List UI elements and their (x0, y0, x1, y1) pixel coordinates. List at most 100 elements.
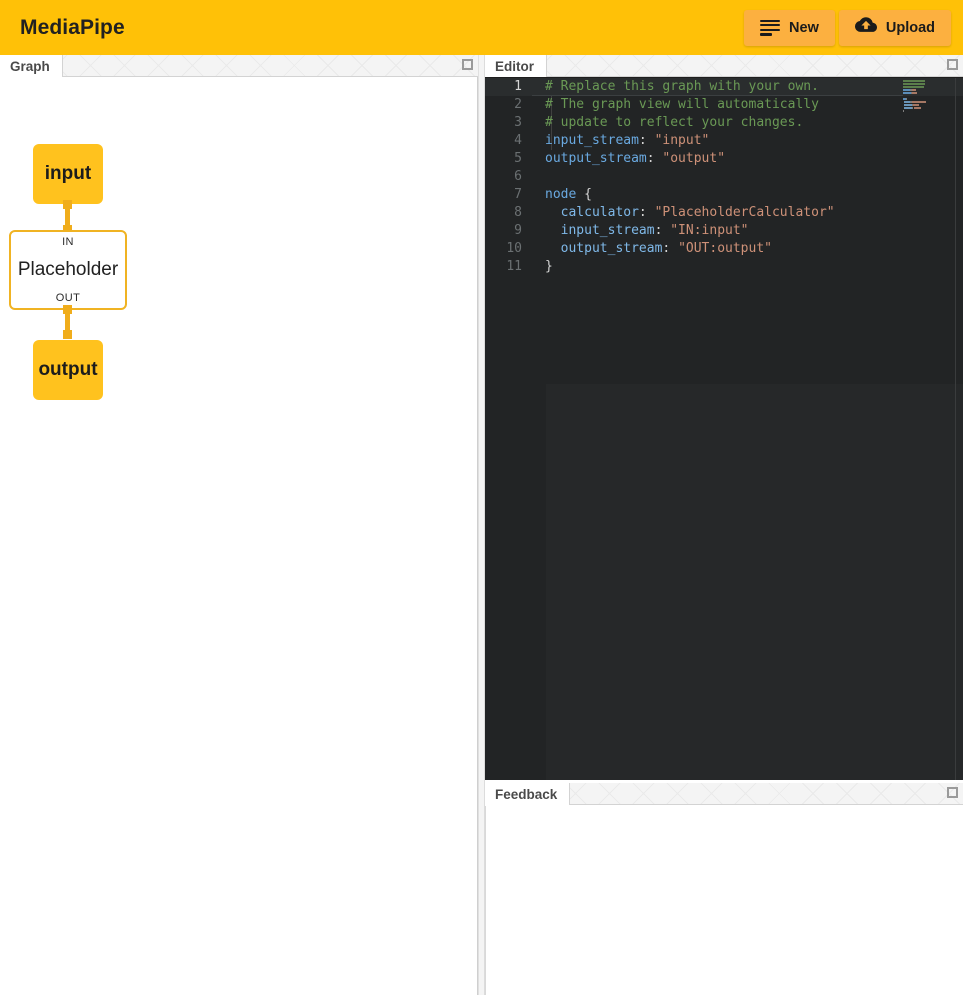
code-line[interactable]: 6 (485, 168, 963, 186)
vertical-splitter[interactable] (478, 55, 485, 995)
app-header: MediaPipe New Upload (0, 0, 963, 55)
tab-graph-label: Graph (10, 59, 50, 74)
editor-viewport-shade (546, 384, 963, 780)
page-title: MediaPipe (20, 16, 125, 40)
token-comment: # The graph view will automatically (545, 97, 819, 112)
minimap-line (903, 110, 904, 112)
minimap-line (903, 86, 924, 88)
maximize-icon-feedback[interactable] (947, 787, 958, 798)
code-line-text: # update to reflect your changes. (527, 114, 803, 132)
code-line[interactable]: 8 calculator: "PlaceholderCalculator" (485, 204, 963, 222)
token-key: input_stream (545, 133, 639, 148)
editor-tabbar: Editor (485, 55, 963, 77)
header-actions: New Upload (744, 10, 951, 46)
code-line-text: # Replace this graph with your own. (527, 78, 819, 96)
code-editor[interactable]: 1 # Replace this graph with your own. 2 # T… (485, 78, 963, 780)
new-button-label: New (789, 20, 819, 36)
code-line[interactable]: 4input_stream: "input" (485, 132, 963, 150)
tab-editor[interactable]: Editor (485, 55, 547, 77)
feedback-content (485, 806, 963, 995)
minimap[interactable] (903, 80, 955, 114)
code-line[interactable]: 3 # update to reflect your changes. (485, 114, 963, 132)
line-number: 1 (485, 78, 527, 96)
minimap-line (912, 92, 917, 94)
tab-editor-label: Editor (495, 59, 534, 74)
port-output-in[interactable] (63, 330, 72, 339)
minimap-line (903, 92, 911, 94)
tab-feedback-label: Feedback (495, 787, 557, 802)
code-line[interactable]: 10 output_stream: "OUT:output" (485, 240, 963, 258)
graph-node-output-label: output (38, 359, 97, 381)
token-punct: } (545, 259, 553, 274)
minimap-line (903, 83, 925, 85)
graph-node-placeholder[interactable]: IN Placeholder OUT (9, 230, 127, 310)
token-punct: : (655, 223, 671, 238)
code-line[interactable]: 11} (485, 258, 963, 276)
line-number: 3 (485, 114, 527, 132)
minimap-line (912, 101, 926, 103)
token-comment: # Replace this graph with your own. (545, 79, 819, 94)
code-line[interactable]: 5output_stream: "output" (485, 150, 963, 168)
graph-node-placeholder-label: Placeholder (18, 259, 118, 281)
line-number: 9 (485, 222, 527, 240)
minimap-line (906, 98, 907, 100)
minimap-line (913, 104, 919, 106)
line-number: 8 (485, 204, 527, 222)
feedback-panel: Feedback (485, 783, 963, 995)
graph-node-output[interactable]: output (33, 340, 103, 400)
token-str: "IN:input" (670, 223, 748, 238)
tab-feedback[interactable]: Feedback (485, 783, 570, 805)
token-punct: : (639, 133, 655, 148)
graph-tabbar: Graph (0, 55, 478, 77)
graph-node-input[interactable]: input (33, 144, 103, 204)
token-key: output_stream (545, 151, 647, 166)
code-line-text: input_stream: "IN:input" (527, 222, 749, 240)
token-prop: calculator (545, 205, 639, 220)
upload-button[interactable]: Upload (839, 10, 951, 46)
minimap-line (903, 80, 925, 82)
code-line[interactable]: 7node { (485, 186, 963, 204)
code-line-text: } (527, 258, 553, 276)
maximize-icon-editor[interactable] (947, 59, 958, 70)
token-str: "PlaceholderCalculator" (655, 205, 835, 220)
editor-panel: Editor 1 # Replace this graph with your o… (485, 55, 963, 780)
token-punct: : (647, 151, 663, 166)
minimap-line (903, 89, 910, 91)
code-line[interactable]: 9 input_stream: "IN:input" (485, 222, 963, 240)
cloud-upload-icon (855, 17, 877, 38)
token-punct: : (639, 205, 655, 220)
token-punct: { (576, 187, 592, 202)
graph-panel: Graph input IN Placeholder OUT output (0, 55, 478, 995)
minimap-line (904, 104, 911, 106)
line-number: 5 (485, 150, 527, 168)
tab-graph[interactable]: Graph (0, 55, 63, 77)
code-line[interactable]: 1 # Replace this graph with your own. (485, 78, 963, 96)
token-prop: output_stream (545, 241, 662, 256)
graph-node-placeholder-out-label: OUT (56, 292, 80, 304)
code-line-text: output_stream: "output" (527, 150, 725, 168)
line-number: 2 (485, 96, 527, 114)
line-number: 6 (485, 168, 527, 186)
notes-icon (760, 20, 780, 36)
line-number: 4 (485, 132, 527, 150)
code-line[interactable]: 2 # The graph view will automatically (485, 96, 963, 114)
token-key: node (545, 187, 576, 202)
code-line-text: input_stream: "input" (527, 132, 709, 150)
maximize-icon-graph[interactable] (462, 59, 473, 70)
token-str: "OUT:output" (678, 241, 772, 256)
code-line-text (527, 168, 545, 186)
token-punct: : (662, 241, 678, 256)
token-comment: # update to reflect your changes. (545, 115, 803, 130)
code-line-text: node { (527, 186, 592, 204)
line-number: 11 (485, 258, 527, 276)
graph-node-input-label: input (45, 163, 91, 185)
line-number: 7 (485, 186, 527, 204)
graph-canvas[interactable]: input IN Placeholder OUT output (0, 78, 477, 995)
code-line-text: output_stream: "OUT:output" (527, 240, 772, 258)
new-button[interactable]: New (744, 10, 835, 46)
token-prop: input_stream (545, 223, 655, 238)
token-str: "output" (662, 151, 725, 166)
feedback-tabbar: Feedback (485, 783, 963, 805)
minimap-divider (955, 78, 956, 780)
code-lines[interactable]: 1 # Replace this graph with your own. 2 # T… (485, 78, 963, 276)
